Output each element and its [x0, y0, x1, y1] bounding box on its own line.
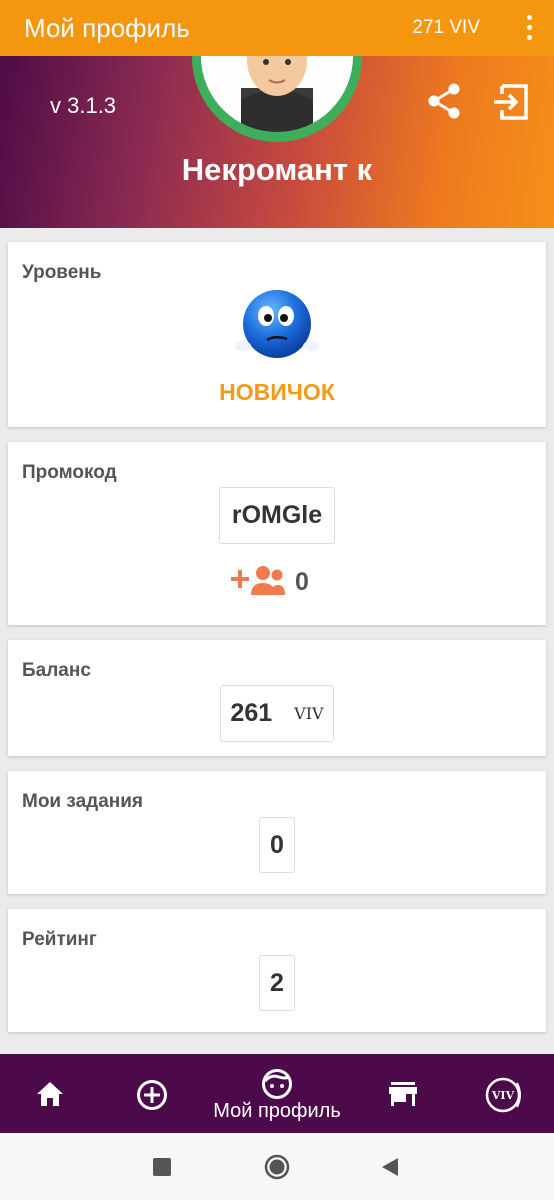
level-card: Уровень НОВИЧОК [8, 242, 546, 427]
nav-viv[interactable]: VIV [473, 1054, 533, 1133]
viv-coin-icon: VIV [485, 1077, 521, 1113]
page-title: Мой профиль [24, 13, 190, 43]
nav-add[interactable] [122, 1054, 182, 1133]
system-navigation-bar [0, 1133, 554, 1200]
header-balance[interactable]: 271 VIV [412, 17, 480, 39]
recent-apps-icon[interactable] [153, 1158, 171, 1176]
profile-face-icon [262, 1069, 292, 1099]
rating-value: 2 [259, 955, 295, 1011]
balance-value: 261 [230, 699, 273, 727]
referral-count: 0 [295, 568, 309, 596]
nav-store[interactable] [372, 1054, 432, 1133]
balance-card: Баланс 261 VIV [8, 640, 546, 756]
back-icon[interactable] [380, 1157, 400, 1177]
home-system-icon[interactable] [264, 1154, 290, 1180]
tasks-count: 0 [259, 817, 295, 873]
profile-screen: v 3.1.3 Некромант к Мой профиль 271 VIV … [0, 0, 554, 1200]
rating-card[interactable]: Рейтинг 2 [8, 909, 546, 1032]
tasks-card[interactable]: Мои задания 0 [8, 771, 546, 894]
share-button[interactable] [424, 81, 464, 121]
store-icon [389, 1082, 417, 1106]
add-group-icon [231, 565, 285, 597]
nav-profile[interactable]: Мой профиль [197, 1054, 357, 1133]
balance-unit: VIV [294, 704, 324, 723]
promo-card: Промокод rOMGle 0 [8, 442, 546, 625]
promo-label: Промокод [22, 462, 117, 483]
app-version: v 3.1.3 [50, 93, 117, 118]
more-vert-icon[interactable] [520, 12, 538, 44]
level-name: НОВИЧОК [219, 379, 335, 405]
nav-profile-label: Мой профиль [213, 1100, 341, 1122]
balance-label: Баланс [22, 660, 91, 681]
rating-label: Рейтинг [22, 929, 97, 950]
share-icon [428, 83, 460, 119]
logout-button[interactable] [490, 82, 530, 122]
app-bar: Мой профиль 271 VIV [0, 0, 554, 56]
add-circle-icon [137, 1080, 167, 1110]
level-label: Уровень [22, 262, 102, 283]
tasks-label: Мои задания [22, 791, 144, 812]
home-icon [37, 1082, 63, 1106]
bottom-navigation: Мой профиль VIV [0, 1054, 554, 1133]
balance-value-box[interactable]: 261 VIV [220, 685, 334, 742]
confused-smiley-icon [235, 288, 319, 364]
nav-home[interactable] [20, 1054, 80, 1133]
username: Некромант к [181, 152, 373, 187]
promo-code[interactable]: rOMGle [219, 487, 335, 544]
viv-coin-text: VIV [491, 1089, 515, 1102]
logout-icon [494, 84, 528, 120]
